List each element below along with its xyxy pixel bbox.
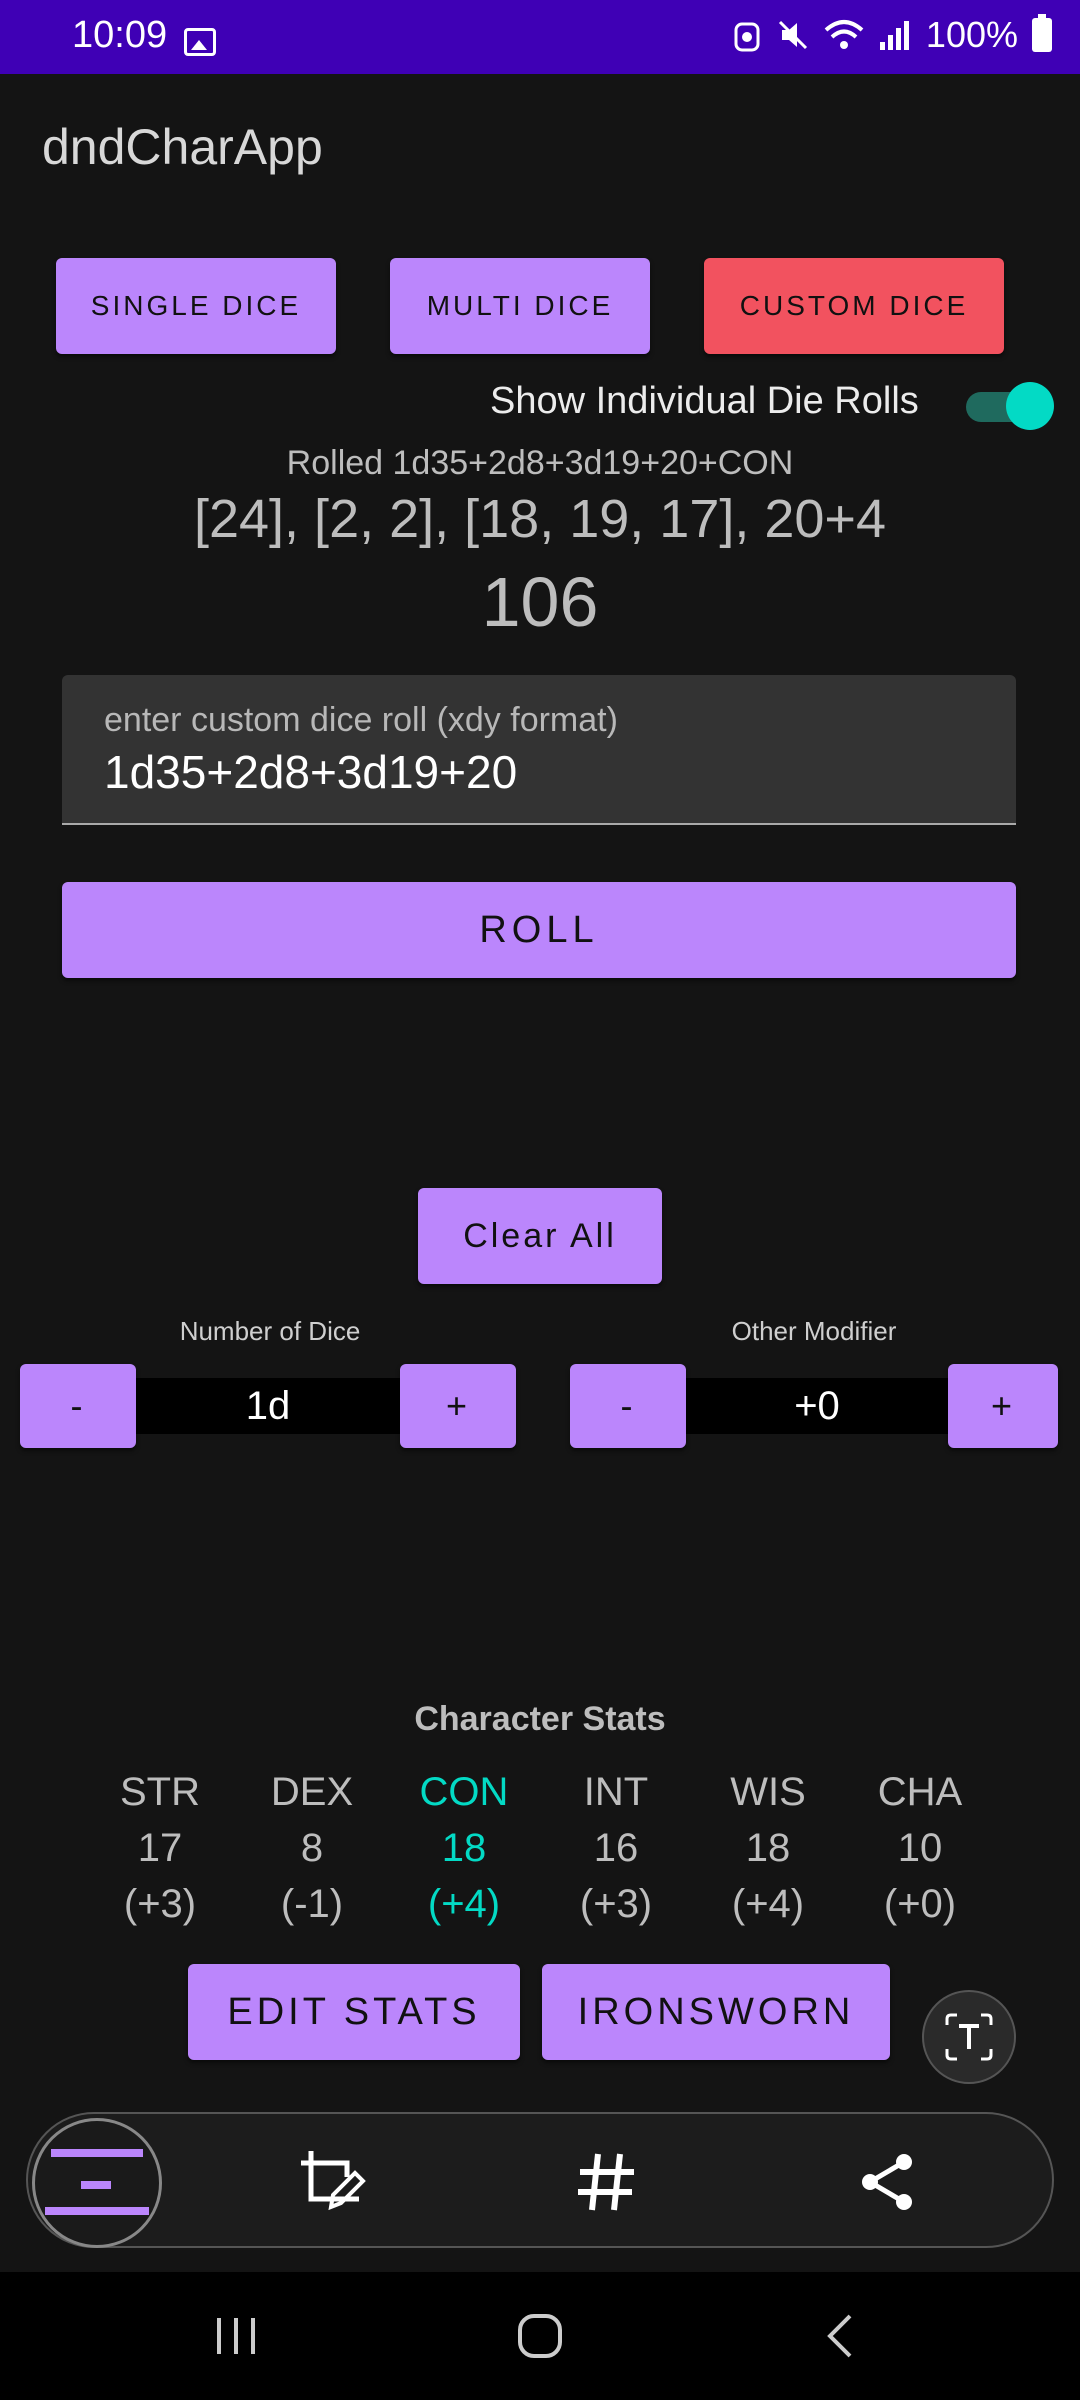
ironsworn-button[interactable]: IRONSWORN bbox=[542, 1964, 890, 2060]
stat-modifier: (+4) bbox=[731, 1882, 805, 1926]
dice-decrement-button[interactable]: - bbox=[20, 1364, 136, 1448]
modifier-decrement-button[interactable]: - bbox=[570, 1364, 686, 1448]
home-icon[interactable] bbox=[500, 2306, 580, 2366]
switch-thumb bbox=[1006, 382, 1054, 430]
stat-int: INT 16 (+3) bbox=[546, 1764, 686, 1932]
stat-wis: WIS 18 (+4) bbox=[698, 1764, 838, 1932]
toggle-label: Show Individual Die Rolls bbox=[490, 380, 919, 422]
multi-dice-button[interactable]: MULTI DICE bbox=[390, 258, 650, 354]
roll-description: Rolled 1d35+2d8+3d19+20+CON bbox=[286, 444, 794, 482]
stat-str: STR 17 (+3) bbox=[90, 1764, 230, 1932]
back-icon[interactable] bbox=[800, 2306, 880, 2366]
custom-roll-value[interactable]: 1d35+2d8+3d19+20 bbox=[104, 745, 517, 799]
battery-icon bbox=[1032, 14, 1052, 52]
roll-button[interactable]: ROLL bbox=[62, 882, 1016, 978]
custom-roll-field[interactable]: enter custom dice roll (xdy format) 1d35… bbox=[62, 675, 1016, 825]
stat-con: CON 18 (+4) bbox=[394, 1764, 534, 1932]
stat-modifier: (+4) bbox=[427, 1882, 501, 1926]
signal-icon bbox=[879, 21, 909, 50]
alarm-icon bbox=[734, 22, 760, 52]
stat-name: CON bbox=[419, 1770, 509, 1814]
dice-count-value: 1d bbox=[136, 1378, 400, 1434]
stat-value: 18 bbox=[441, 1826, 487, 1870]
stat-name: DEX bbox=[270, 1770, 354, 1814]
stat-modifier: (+3) bbox=[579, 1882, 653, 1926]
stat-modifier: (-1) bbox=[280, 1882, 344, 1926]
stat-name: WIS bbox=[730, 1770, 806, 1814]
text-extract-button[interactable] bbox=[922, 1990, 1016, 2084]
roll-total: 106 bbox=[481, 563, 599, 641]
text-extract-icon bbox=[945, 2013, 993, 2061]
single-dice-button[interactable]: SINGLE DICE bbox=[56, 258, 336, 354]
clear-all-button[interactable]: Clear All bbox=[418, 1188, 662, 1284]
custom-dice-button[interactable]: CUSTOM DICE bbox=[704, 258, 1004, 354]
screenshot-thumbnail[interactable] bbox=[32, 2118, 162, 2248]
screenshot-toolbar bbox=[26, 2112, 1054, 2248]
gallery-notification-icon bbox=[184, 28, 216, 56]
stat-modifier: (+0) bbox=[883, 1882, 957, 1926]
edit-stats-button[interactable]: EDIT STATS bbox=[188, 1964, 520, 2060]
stat-modifier: (+3) bbox=[123, 1882, 197, 1926]
custom-roll-label: enter custom dice roll (xdy format) bbox=[104, 701, 618, 739]
app-title: dndCharApp bbox=[42, 119, 323, 175]
number-of-dice-label: Number of Dice bbox=[179, 1316, 361, 1346]
stat-cha: CHA 10 (+0) bbox=[850, 1764, 990, 1932]
mute-icon bbox=[778, 20, 807, 50]
stat-value: 8 bbox=[300, 1826, 324, 1870]
battery-percent: 100% bbox=[925, 14, 1018, 55]
stat-name: INT bbox=[583, 1770, 649, 1814]
stat-value: 18 bbox=[745, 1826, 791, 1870]
stat-value: 10 bbox=[897, 1826, 943, 1870]
wifi-icon bbox=[824, 20, 864, 49]
system-nav-bar bbox=[0, 2272, 1080, 2400]
modifier-increment-button[interactable]: + bbox=[948, 1364, 1058, 1448]
hashtag-icon[interactable] bbox=[566, 2142, 646, 2222]
stat-value: 16 bbox=[593, 1826, 639, 1870]
stat-dex: DEX 8 (-1) bbox=[242, 1764, 382, 1932]
character-stats-title: Character Stats bbox=[414, 1700, 666, 1738]
recents-icon[interactable] bbox=[196, 2306, 276, 2366]
modifier-value: +0 bbox=[686, 1378, 948, 1434]
status-time: 10:09 bbox=[72, 14, 168, 56]
share-icon[interactable] bbox=[848, 2142, 928, 2222]
dice-increment-button[interactable]: + bbox=[400, 1364, 516, 1448]
status-bar: 10:09 100% bbox=[0, 0, 1080, 74]
other-modifier-label: Other Modifier bbox=[731, 1316, 897, 1346]
crop-edit-icon[interactable] bbox=[292, 2142, 372, 2222]
stat-value: 17 bbox=[137, 1826, 183, 1870]
individual-rolls: [24], [2, 2], [18, 19, 17], 20+4 bbox=[193, 489, 886, 549]
stat-name: CHA bbox=[877, 1770, 963, 1814]
individual-rolls-switch[interactable] bbox=[966, 382, 1054, 430]
stat-name: STR bbox=[120, 1770, 200, 1814]
